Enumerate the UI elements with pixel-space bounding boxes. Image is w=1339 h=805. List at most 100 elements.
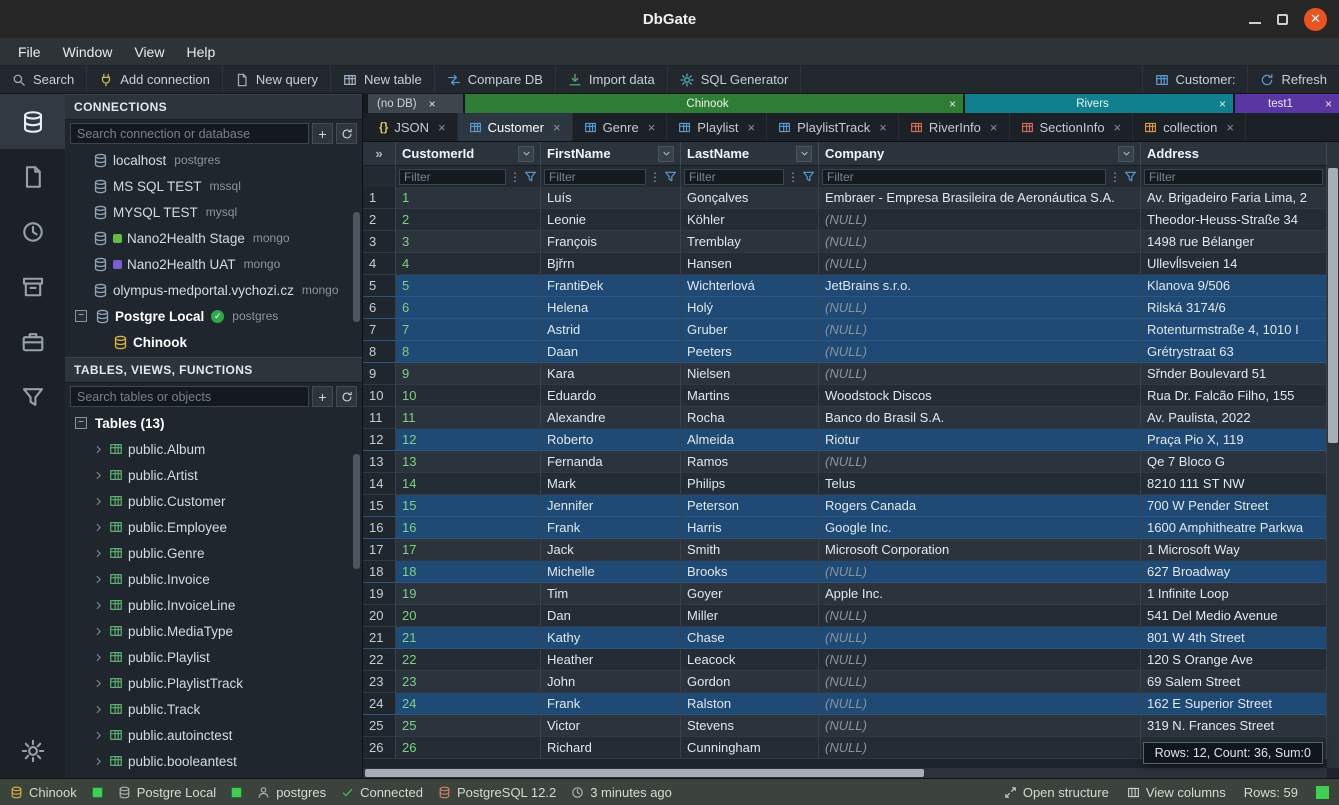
horizontal-scrollbar-thumb[interactable] [365,769,924,777]
connection-item-olympus-medportal-vychozi-cz[interactable]: olympus-medportal.vychozi.czmongo [65,277,362,303]
cell-company[interactable]: Telus [819,473,1141,495]
cell-lastname[interactable]: Peeters [681,341,819,363]
refresh-connections-button[interactable] [336,123,357,144]
cell-lastname[interactable]: Harris [681,517,819,539]
cell-lastname[interactable]: Holý [681,297,819,319]
tab-json[interactable]: {}JSON× [368,113,458,141]
cell-customerid[interactable]: 22 [396,649,541,671]
table-row[interactable]: 1919TimGoyerApple Inc.1 Infinite Loop [363,583,1327,605]
vertical-scrollbar-thumb[interactable] [1328,168,1338,443]
connection-item-nano2health-uat[interactable]: Nano2Health UATmongo [65,251,362,277]
cell-address[interactable]: Rilská 3174/6 [1141,297,1327,319]
cell-firstname[interactable]: Jack [541,539,681,561]
column-dropdown-button[interactable] [796,146,812,162]
chevron-right-icon[interactable] [93,548,104,559]
tab-group-no-db[interactable]: (no DB)× [368,94,463,113]
cell-company[interactable]: (NULL) [819,319,1141,341]
close-icon[interactable]: × [648,120,656,135]
column-dropdown-button[interactable] [1118,146,1134,162]
minimize-button[interactable] [1249,22,1261,24]
cell-address[interactable]: 162 E Superior Street [1141,693,1327,715]
cell-lastname[interactable]: Philips [681,473,819,495]
cell-company[interactable]: (NULL) [819,297,1141,319]
table-item-public-employee[interactable]: public.Employee [65,514,362,540]
cell-firstname[interactable]: Eduardo [541,385,681,407]
cell-company[interactable]: Embraer - Empresa Brasileira de Aeronáut… [819,187,1141,209]
cell-address[interactable]: Qe 7 Bloco G [1141,451,1327,473]
connection-item-chinook[interactable]: Chinook [65,329,362,355]
cell-address[interactable]: Theodor-Heuss-Straße 34 [1141,209,1327,231]
connection-item-nano2health-stage[interactable]: Nano2Health Stagemongo [65,225,362,251]
chevron-right-icon[interactable] [93,444,104,455]
cell-lastname[interactable]: Leacock [681,649,819,671]
cell-company[interactable]: (NULL) [819,451,1141,473]
cell-lastname[interactable]: Brooks [681,561,819,583]
cell-lastname[interactable]: Wichterlová [681,275,819,297]
cell-address[interactable]: 541 Del Medio Avenue [1141,605,1327,627]
cell-firstname[interactable]: François [541,231,681,253]
cell-lastname[interactable]: Gordon [681,671,819,693]
toolbar-button-add-connection[interactable]: Add connection [87,66,223,93]
filter-input[interactable] [684,169,784,185]
tab-collection[interactable]: collection× [1133,113,1246,141]
cell-firstname[interactable]: Dan [541,605,681,627]
cell-lastname[interactable]: Gonçalves [681,187,819,209]
iconbar-history-button[interactable] [0,204,65,259]
cell-company[interactable]: (NULL) [819,693,1141,715]
cell-customerid[interactable]: 5 [396,275,541,297]
cell-lastname[interactable]: Tremblay [681,231,819,253]
table-item-public-playlist[interactable]: public.Playlist [65,644,362,670]
cell-firstname[interactable]: Helena [541,297,681,319]
grid-corner-button[interactable]: » [363,142,396,166]
table-item-public-artist[interactable]: public.Artist [65,462,362,488]
cell-address[interactable]: Av. Paulista, 2022 [1141,407,1327,429]
cell-customerid[interactable]: 23 [396,671,541,693]
cell-customerid[interactable]: 21 [396,627,541,649]
table-row[interactable]: 2525VictorStevens(NULL)319 N. Frances St… [363,715,1327,737]
table-row[interactable]: 11LuísGonçalvesEmbraer - Empresa Brasile… [363,187,1327,209]
menu-item-file[interactable]: File [8,41,51,63]
chevron-right-icon[interactable] [93,678,104,689]
row-number[interactable]: 1 [363,187,396,209]
cell-lastname[interactable]: Martins [681,385,819,407]
cell-address[interactable]: 1 Microsoft Way [1141,539,1327,561]
cell-firstname[interactable]: Daan [541,341,681,363]
cell-address[interactable]: 319 N. Frances Street [1141,715,1327,737]
row-number[interactable]: 10 [363,385,396,407]
tab-genre[interactable]: Genre× [573,113,668,141]
row-number[interactable]: 7 [363,319,396,341]
chevron-right-icon[interactable] [93,574,104,585]
vertical-scrollbar[interactable] [1327,142,1339,768]
filter-menu-icon[interactable]: ⋮ [787,170,799,184]
table-item-public-track[interactable]: public.Track [65,696,362,722]
cell-customerid[interactable]: 3 [396,231,541,253]
table-row[interactable]: 88DaanPeeters(NULL)Grétrystraat 63 [363,341,1327,363]
sidebar-scrollbar[interactable] [353,212,360,322]
refresh-tables-button[interactable] [336,386,357,407]
close-icon[interactable]: × [429,97,436,111]
cell-firstname[interactable]: Tim [541,583,681,605]
row-number[interactable]: 3 [363,231,396,253]
cell-company[interactable]: Microsoft Corporation [819,539,1141,561]
cell-lastname[interactable]: Chase [681,627,819,649]
toolbar-button-refresh[interactable]: Refresh [1247,66,1339,93]
row-number[interactable]: 17 [363,539,396,561]
column-header-firstname[interactable]: FirstName [541,142,681,166]
menu-item-window[interactable]: Window [53,41,123,63]
row-number[interactable]: 19 [363,583,396,605]
table-row[interactable]: 22LeonieKöhler(NULL)Theodor-Heuss-Straße… [363,209,1327,231]
row-number[interactable]: 16 [363,517,396,539]
add-connection-small-button[interactable]: + [312,123,333,144]
tab-riverinfo[interactable]: RiverInfo× [899,113,1010,141]
cell-firstname[interactable]: Kara [541,363,681,385]
cell-customerid[interactable]: 12 [396,429,541,451]
filter-input[interactable] [1144,169,1323,185]
row-number[interactable]: 2 [363,209,396,231]
cell-lastname[interactable]: Nielsen [681,363,819,385]
cell-company[interactable]: JetBrains s.r.o. [819,275,1141,297]
cell-customerid[interactable]: 24 [396,693,541,715]
cell-company[interactable]: (NULL) [819,649,1141,671]
filter-menu-icon[interactable]: ⋮ [1109,170,1121,184]
cell-customerid[interactable]: 17 [396,539,541,561]
row-number[interactable]: 24 [363,693,396,715]
